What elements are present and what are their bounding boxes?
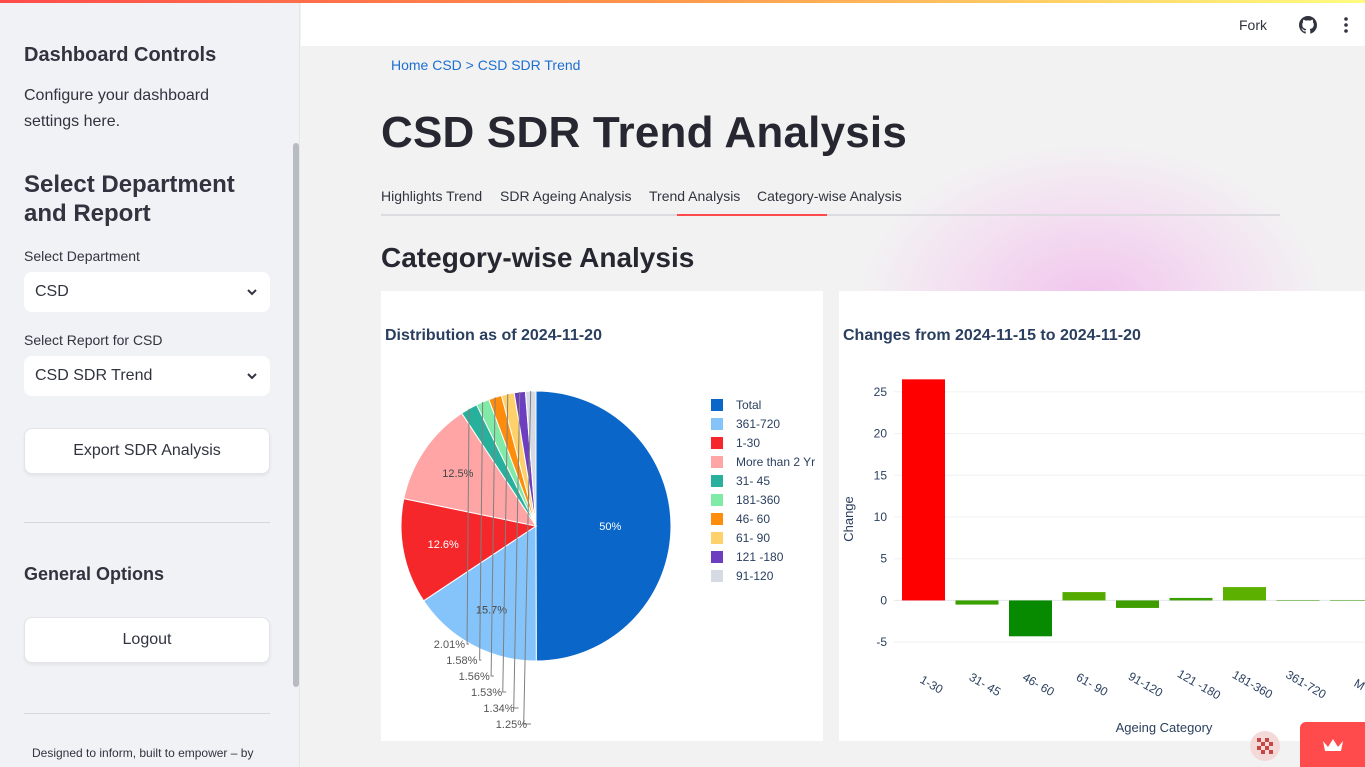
report-select[interactable]: CSD SDR Trend bbox=[24, 356, 270, 396]
app-header: Fork bbox=[301, 3, 1365, 46]
legend-label: 91-120 bbox=[736, 569, 774, 583]
section-title: Category-wise Analysis bbox=[381, 242, 695, 273]
bar[interactable] bbox=[1116, 600, 1159, 608]
fork-link[interactable]: Fork bbox=[1239, 17, 1267, 33]
crown-icon bbox=[1322, 738, 1343, 751]
legend-label: 46- 60 bbox=[736, 512, 770, 526]
export-sdr-analysis-button[interactable]: Export SDR Analysis bbox=[24, 428, 270, 474]
x-tick-label: 31- 45 bbox=[967, 670, 1004, 699]
legend-label: 31- 45 bbox=[736, 474, 770, 488]
y-tick-label: 15 bbox=[874, 468, 888, 482]
more-menu-icon[interactable] bbox=[1343, 16, 1349, 34]
sidebar-scrollbar[interactable] bbox=[293, 143, 299, 687]
department-select-value: CSD bbox=[35, 283, 69, 300]
tab-bar: Highlights Trend SDR Ageing Analysis Tre… bbox=[381, 186, 1280, 216]
page-title: CSD SDR Trend Analysis bbox=[381, 108, 908, 157]
legend-label: 1-30 bbox=[736, 436, 760, 450]
legend-swatch bbox=[711, 551, 723, 563]
sidebar-description: Configure your dashboard settings here. bbox=[24, 87, 210, 130]
x-tick-label: 46- 60 bbox=[1020, 670, 1057, 699]
bar[interactable] bbox=[955, 600, 999, 605]
tab-category-wise-analysis[interactable]: Category-wise Analysis bbox=[757, 188, 902, 204]
report-label: Select Report for CSD bbox=[24, 332, 163, 348]
y-tick-label: 0 bbox=[880, 593, 887, 607]
pie-value-label: 1.58% bbox=[446, 655, 477, 667]
legend-swatch bbox=[711, 437, 723, 449]
legend-label: 121 -180 bbox=[736, 550, 784, 564]
y-tick-label: 10 bbox=[874, 510, 888, 524]
x-tick-label: 61- 90 bbox=[1074, 670, 1111, 699]
sidebar-divider bbox=[24, 522, 270, 523]
x-tick-label: 181-360 bbox=[1230, 667, 1275, 701]
sidebar-footer: Designed to inform, built to empower – b… bbox=[32, 746, 254, 760]
breadcrumb[interactable]: Home CSD > CSD SDR Trend bbox=[391, 57, 580, 73]
sidebar: Dashboard Controls Configure your dashbo… bbox=[0, 0, 300, 767]
legend-swatch bbox=[711, 494, 723, 506]
tab-trend-analysis[interactable]: Trend Analysis bbox=[649, 188, 740, 204]
x-tick-label: 361-720 bbox=[1283, 667, 1328, 701]
bar[interactable] bbox=[1062, 592, 1106, 601]
y-tick-label: -5 bbox=[876, 635, 887, 649]
logout-button[interactable]: Logout bbox=[24, 617, 270, 663]
bar-chart[interactable]: -5 0 5 10 15 20 25 1-30 31- 45 46- 60 61- 90 91-120… bbox=[839, 291, 1365, 741]
tab-sdr-ageing-analysis[interactable]: SDR Ageing Analysis bbox=[500, 188, 632, 204]
chevron-down-icon bbox=[247, 373, 257, 380]
legend-swatch bbox=[711, 570, 723, 582]
tab-highlights-trend[interactable]: Highlights Trend bbox=[381, 188, 482, 204]
legend-swatch bbox=[711, 532, 723, 544]
y-tick-label: 20 bbox=[874, 427, 888, 441]
legend-label: 181-360 bbox=[736, 493, 780, 507]
pie-value-label: 1.56% bbox=[459, 671, 490, 683]
pie-value-label: 50% bbox=[599, 521, 621, 533]
department-select[interactable]: CSD bbox=[24, 272, 270, 312]
y-tick-label: 25 bbox=[874, 385, 888, 399]
sidebar-title: Dashboard Controls bbox=[24, 44, 217, 66]
legend-swatch bbox=[711, 513, 723, 525]
app-badge-icon[interactable] bbox=[1249, 730, 1281, 762]
bar-chart-card: Changes from 2024-11-15 to 2024-11-20 -5… bbox=[839, 291, 1365, 741]
sidebar-section-title: Select Department and Report bbox=[24, 171, 235, 227]
bar[interactable] bbox=[1169, 597, 1213, 601]
y-tick-label: 5 bbox=[880, 552, 887, 566]
legend-swatch bbox=[711, 418, 723, 430]
legend-label: More than 2 Yr bbox=[736, 455, 815, 469]
bar[interactable] bbox=[1223, 587, 1266, 601]
x-axis-title: Ageing Category bbox=[1116, 720, 1213, 735]
github-icon[interactable] bbox=[1299, 16, 1317, 34]
main-content: Home CSD > CSD SDR Trend CSD SDR Trend A… bbox=[301, 46, 1365, 767]
x-tick-label: 1-30 bbox=[918, 672, 946, 696]
legend-swatch bbox=[711, 475, 723, 487]
legend-label: 361-720 bbox=[736, 417, 780, 431]
sidebar-divider bbox=[24, 713, 270, 714]
pie-value-label: 1.34% bbox=[483, 703, 514, 715]
bar[interactable] bbox=[1276, 600, 1320, 601]
department-label: Select Department bbox=[24, 248, 140, 264]
x-tick-label: 91-120 bbox=[1126, 669, 1166, 700]
bar[interactable] bbox=[1009, 600, 1052, 637]
x-tick-label: M bbox=[1352, 676, 1365, 693]
bar[interactable] bbox=[1330, 600, 1365, 601]
legend-label: 61- 90 bbox=[736, 531, 770, 545]
streamlit-logo-button[interactable] bbox=[1300, 722, 1365, 767]
pie-chart[interactable]: 50%15.7%12.6%12.5%2.01%1.58%1.56%1.53%1.… bbox=[381, 291, 823, 741]
active-tab-indicator bbox=[677, 214, 827, 216]
x-tick-label: 121 -180 bbox=[1175, 667, 1223, 703]
legend-swatch bbox=[711, 456, 723, 468]
report-select-value: CSD SDR Trend bbox=[35, 367, 153, 384]
pie-value-label: 1.25% bbox=[496, 719, 527, 731]
pie-chart-card: Distribution as of 2024-11-20 50% 15.7% 12… bbox=[381, 291, 823, 741]
pie-value-label: 12.6% bbox=[428, 539, 459, 551]
legend-swatch bbox=[711, 399, 723, 411]
top-decoration-line bbox=[0, 0, 1365, 3]
bar[interactable] bbox=[902, 379, 945, 601]
chevron-down-icon bbox=[247, 289, 257, 296]
pie-value-label: 1.53% bbox=[471, 687, 502, 699]
y-axis-title: Change bbox=[841, 496, 856, 542]
legend-label: Total bbox=[736, 398, 761, 412]
pie-value-label: 2.01% bbox=[434, 639, 465, 651]
general-options-title: General Options bbox=[24, 564, 165, 584]
